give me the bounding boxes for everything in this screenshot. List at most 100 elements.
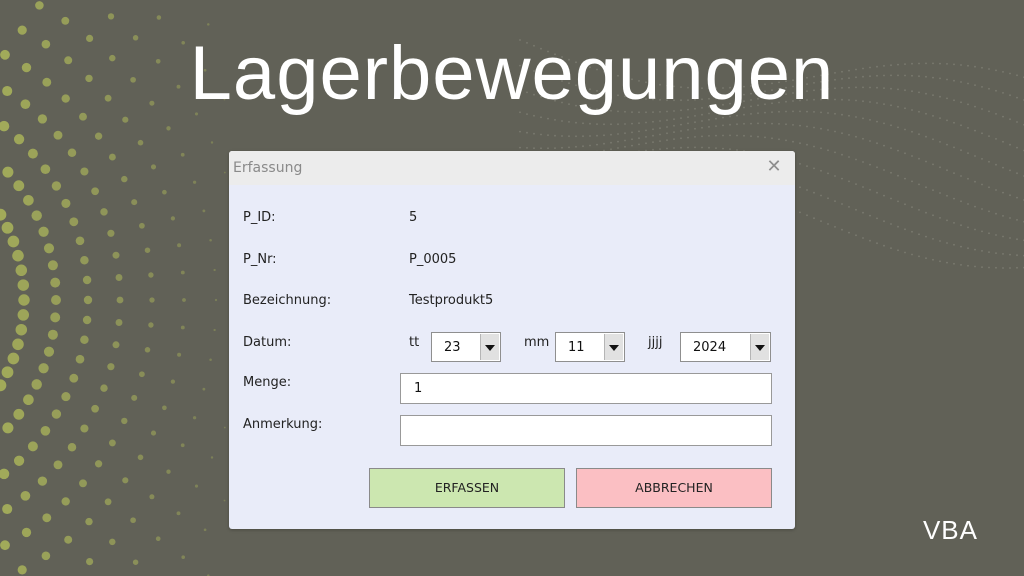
- month-dropdown-button[interactable]: [604, 334, 623, 360]
- background-dot: [202, 209, 206, 213]
- background-dot: [659, 133, 661, 136]
- background-dot: [214, 298, 218, 302]
- background-dot: [554, 147, 556, 150]
- month-label: mm: [524, 335, 550, 350]
- background-dot: [925, 235, 927, 238]
- background-dot: [666, 147, 668, 150]
- background-dot: [122, 477, 129, 484]
- background-dot: [820, 220, 822, 223]
- background-dot: [575, 145, 577, 148]
- background-dot: [526, 147, 528, 149]
- background-dot: [960, 149, 962, 152]
- background-dot: [925, 160, 927, 163]
- background-dot: [166, 126, 171, 131]
- anmerkung-input[interactable]: [400, 415, 772, 446]
- background-dot: [680, 146, 682, 149]
- background-dot: [82, 275, 92, 285]
- background-dot: [210, 141, 214, 144]
- background-dot: [974, 228, 976, 231]
- background-dot: [1016, 172, 1018, 175]
- background-dot: [883, 169, 885, 171]
- background-dot: [918, 133, 920, 136]
- background-dot: [701, 146, 703, 149]
- background-dot: [223, 426, 226, 429]
- background-dot: [131, 199, 138, 206]
- background-dot: [547, 147, 549, 150]
- background-dot: [15, 264, 28, 277]
- background-dot: [911, 155, 913, 157]
- background-dot: [35, 1, 44, 10]
- background-dot: [148, 322, 154, 328]
- background-dot: [582, 135, 584, 138]
- background-dot: [177, 243, 182, 248]
- background-dot: [946, 169, 948, 172]
- background-dot: [883, 244, 885, 247]
- background-dot: [38, 363, 49, 374]
- background-dot: [1, 366, 14, 379]
- background-dot: [1009, 194, 1011, 197]
- background-dot: [841, 228, 843, 231]
- background-dot: [223, 171, 226, 174]
- day-select[interactable]: 23: [431, 332, 501, 362]
- background-dot: [0, 468, 10, 480]
- month-select[interactable]: 11: [555, 332, 625, 362]
- background-dot: [137, 139, 144, 146]
- background-dot: [7, 235, 20, 248]
- erfassung-dialog: Erfassung ✕ P_ID: 5 P_Nr: P_0005 Bezeich…: [229, 151, 795, 529]
- background-dot: [967, 152, 969, 155]
- background-dot: [764, 136, 766, 139]
- year-dropdown-button[interactable]: [750, 334, 769, 360]
- background-dot: [666, 119, 668, 121]
- background-dot: [806, 214, 808, 217]
- background-dot: [883, 194, 885, 197]
- background-dot: [988, 232, 990, 235]
- background-dot: [890, 124, 892, 127]
- close-icon[interactable]: ✕: [763, 156, 785, 178]
- background-dot: [995, 252, 997, 255]
- background-dot: [673, 118, 675, 121]
- background-dot: [939, 117, 941, 119]
- background-dot: [596, 143, 598, 146]
- abbrechen-button[interactable]: ABBRECHEN: [576, 468, 772, 508]
- background-dot: [855, 158, 857, 161]
- background-dot: [834, 151, 836, 154]
- background-dot: [918, 255, 920, 258]
- background-dot: [848, 180, 850, 183]
- background-dot: [7, 352, 20, 365]
- menge-input[interactable]: 1: [400, 373, 772, 404]
- background-dot: [939, 260, 941, 263]
- background-dot: [820, 169, 822, 172]
- background-dot: [107, 363, 115, 371]
- background-dot: [149, 494, 155, 500]
- background-dot: [967, 203, 969, 205]
- background-dot: [834, 200, 836, 203]
- erfassen-button[interactable]: ERFASSEN: [369, 468, 565, 508]
- background-dot: [960, 264, 962, 266]
- bezeichnung-value: Testprodukt5: [409, 293, 494, 308]
- background-dot: [673, 131, 675, 134]
- background-dot: [540, 147, 542, 150]
- background-dot: [708, 126, 710, 128]
- background-dot: [673, 124, 675, 127]
- background-dot: [1002, 215, 1004, 217]
- year-select[interactable]: 2024: [680, 332, 771, 362]
- background-dot: [554, 134, 556, 137]
- background-dot: [988, 210, 990, 213]
- background-dot: [568, 146, 570, 149]
- background-dot: [876, 142, 878, 145]
- background-dot: [137, 454, 144, 461]
- background-dot: [67, 148, 77, 157]
- background-dot: [953, 172, 955, 175]
- background-dot: [666, 132, 668, 135]
- background-dot: [554, 119, 556, 121]
- background-dot: [869, 239, 871, 242]
- background-dot: [988, 266, 990, 269]
- background-dot: [806, 165, 808, 168]
- background-dot: [813, 126, 815, 129]
- day-dropdown-button[interactable]: [480, 334, 499, 360]
- background-dot: [13, 408, 25, 420]
- background-dot: [631, 138, 633, 141]
- background-dot: [946, 219, 948, 222]
- background-dot: [64, 535, 73, 544]
- background-dot: [925, 135, 927, 138]
